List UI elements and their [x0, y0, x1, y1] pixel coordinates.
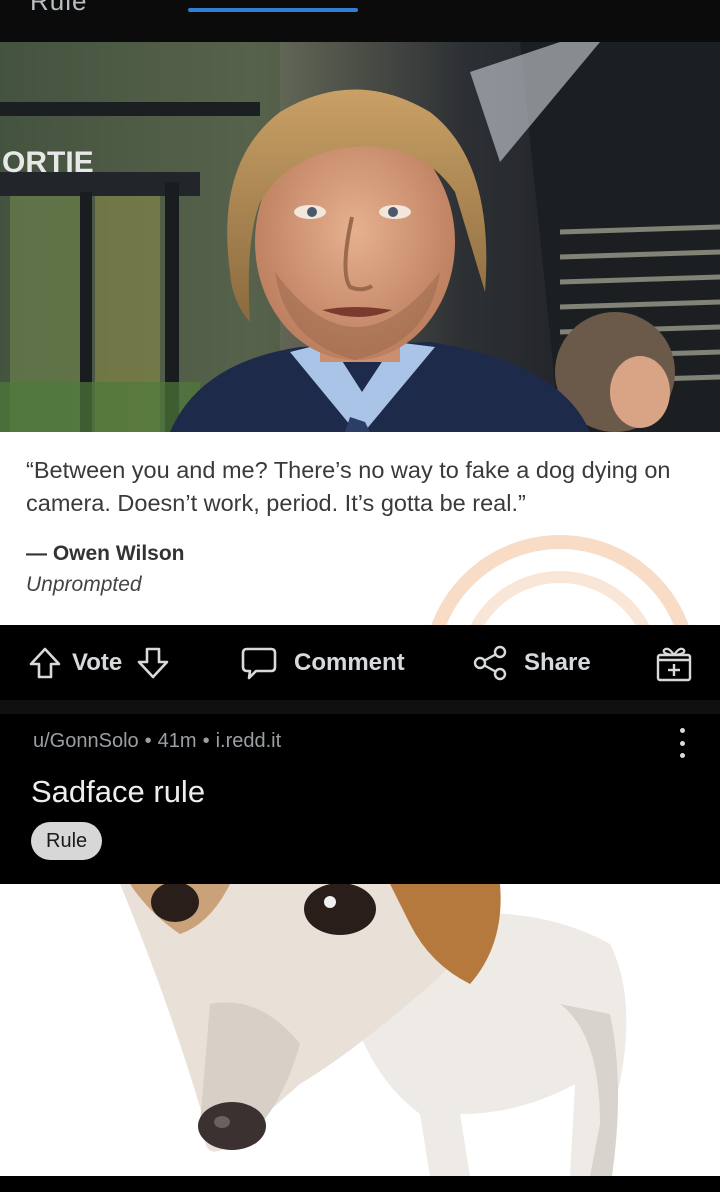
cut-off-flair-text: Rule	[30, 0, 88, 16]
comment-button[interactable]: Comment	[240, 625, 405, 700]
watermark-logo	[431, 535, 689, 625]
post-age: 41m	[157, 730, 197, 752]
post-header: u/GonnSolo • 41m • i.redd.it Sadface rule Ru…	[0, 714, 720, 884]
share-icon	[472, 645, 508, 681]
top-strip: Rule	[0, 0, 720, 42]
active-tab-indicator	[188, 8, 358, 12]
post-image-quote-meme[interactable]: ORTIE “Between you and me? There’s no wa…	[0, 42, 720, 625]
share-label: Share	[524, 648, 591, 676]
award-button[interactable]	[654, 625, 694, 700]
background-sign-text: ORTIE	[2, 146, 94, 179]
award-icon	[654, 643, 694, 683]
downvote-icon[interactable]	[136, 646, 170, 680]
comment-label: Comment	[294, 648, 405, 676]
post-author-link[interactable]: u/GonnSolo	[33, 730, 139, 752]
quote-author: — Owen Wilson	[26, 542, 185, 565]
post-domain-link[interactable]: i.redd.it	[216, 730, 282, 752]
more-options-icon[interactable]	[670, 728, 694, 758]
quote-text: “Between you and me? There’s no way to f…	[26, 457, 671, 516]
share-button[interactable]: Share	[472, 625, 591, 700]
quote-caption: “Between you and me? There’s no way to f…	[0, 432, 720, 625]
quote-source: Unprompted	[26, 573, 142, 596]
vote-group: Vote	[28, 625, 170, 700]
comment-icon	[240, 644, 278, 682]
vote-label: Vote	[72, 648, 123, 676]
meta-separator: •	[202, 730, 210, 752]
post-meta: u/GonnSolo • 41m • i.redd.it	[33, 730, 281, 753]
meta-separator: •	[144, 730, 152, 752]
photo-owen-wilson: ORTIE	[0, 42, 720, 432]
feed-separator	[0, 700, 720, 714]
post-title[interactable]: Sadface rule	[31, 774, 205, 810]
upvote-icon[interactable]	[28, 646, 62, 680]
post-action-bar: Vote Comment Share	[0, 625, 720, 700]
post-image-dog[interactable]	[0, 884, 720, 1176]
post-flair[interactable]: Rule	[31, 822, 103, 860]
bottom-edge	[0, 1176, 720, 1192]
